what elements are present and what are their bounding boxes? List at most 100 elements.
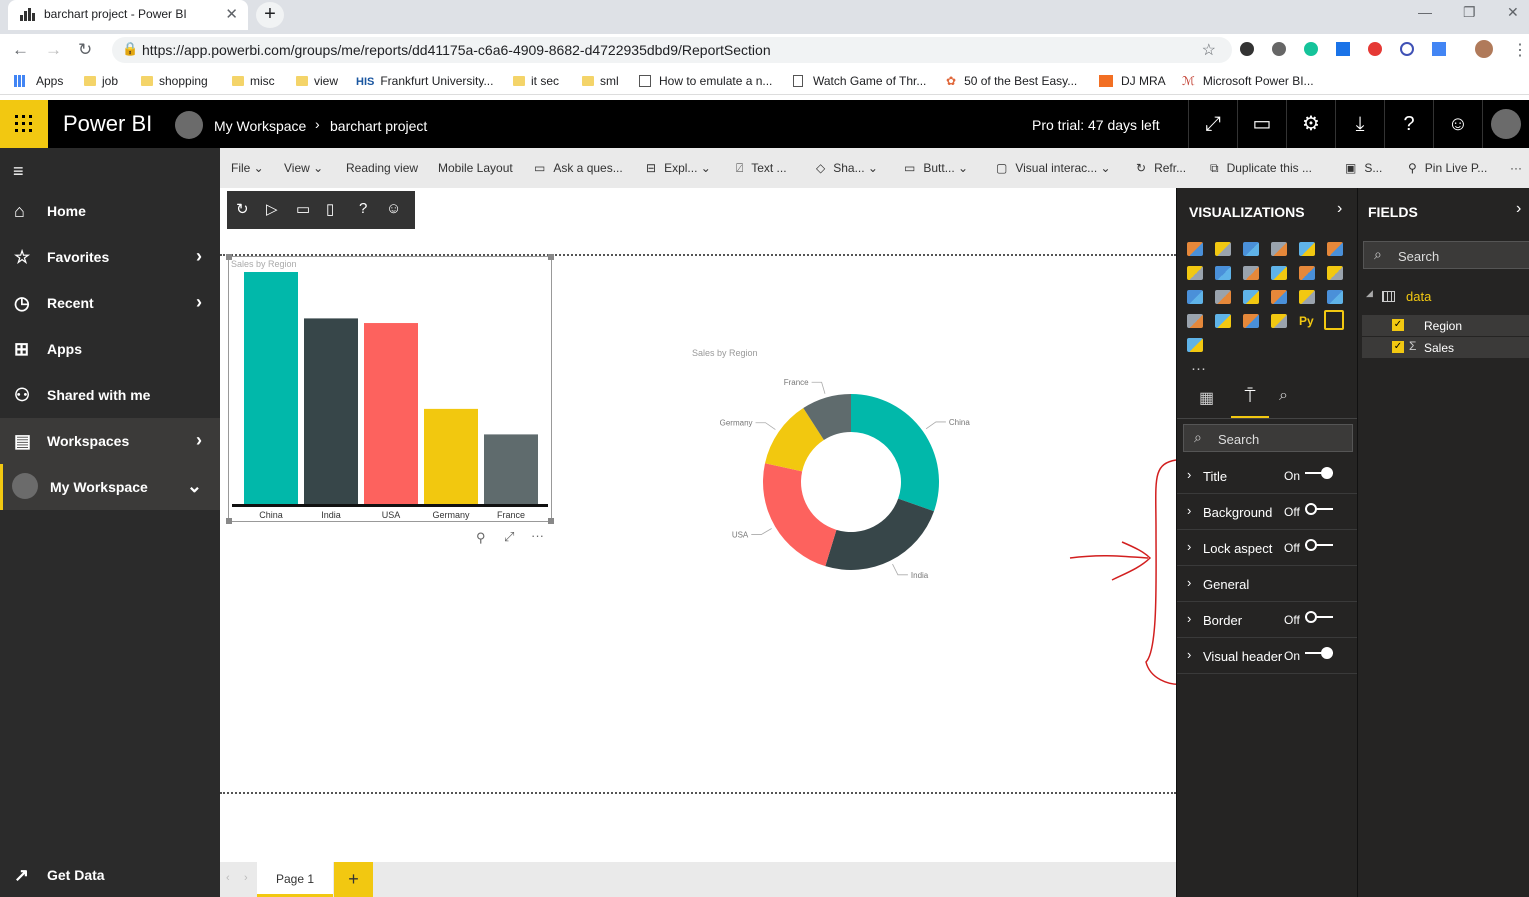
bookmark-powerbi[interactable]: ℳ Microsoft Power BI...	[1182, 74, 1314, 88]
collapse-pane-icon[interactable]: ›	[1337, 200, 1342, 218]
toolbar-shapes[interactable]: ◇ Sha... ⌄	[816, 161, 878, 175]
table-name[interactable]: data	[1406, 289, 1431, 304]
browser-menu-icon[interactable]: ⋮	[1512, 40, 1528, 60]
reset-icon[interactable]: ↻	[236, 200, 249, 218]
collapse-fields-icon[interactable]: ›	[1516, 200, 1521, 218]
breadcrumb-workspace[interactable]: My Workspace	[214, 118, 306, 134]
more-options-icon[interactable]: ···	[531, 528, 544, 543]
visual-type-icon[interactable]	[1299, 242, 1315, 256]
format-background[interactable]: › Background Off	[1177, 494, 1358, 530]
lock-aspect-toggle[interactable]	[1305, 539, 1333, 551]
app-name[interactable]: Power BI	[63, 111, 152, 137]
visual-type-icon[interactable]	[1215, 266, 1231, 280]
bar-usa[interactable]	[364, 323, 418, 504]
breadcrumb-report[interactable]: barchart project	[330, 118, 427, 134]
pin-visual-icon[interactable]: ⚲	[476, 530, 486, 546]
nav-home[interactable]: ⌂ Home	[0, 188, 220, 234]
format-paint-roller-icon[interactable]: ⍑	[1231, 386, 1269, 418]
bookmark-it-sec[interactable]: it sec	[513, 74, 559, 88]
bookmark-got[interactable]: Watch Game of Thr...	[793, 74, 926, 88]
play-icon[interactable]: ▷	[266, 200, 278, 218]
visual-type-icon[interactable]	[1215, 314, 1231, 328]
toolbar-explore[interactable]: ⊟ Expl... ⌄	[646, 161, 711, 175]
grammarly-icon[interactable]	[1304, 42, 1318, 56]
visual-type-icon[interactable]	[1299, 266, 1315, 280]
adblock-icon[interactable]	[1368, 42, 1382, 56]
format-general[interactable]: › General	[1177, 566, 1358, 602]
field-row-region[interactable]: ✓ Region	[1362, 315, 1529, 336]
bookmark-shopping[interactable]: shopping	[141, 74, 208, 88]
account-avatar-icon[interactable]	[1482, 100, 1529, 148]
visual-type-icon[interactable]	[1271, 242, 1287, 256]
toolbar-textbox[interactable]: ⍁ Text ...	[736, 161, 787, 176]
browser-tab[interactable]: barchart project - Power BI ✕	[8, 0, 248, 30]
help-question-icon[interactable]: ?	[359, 200, 367, 217]
bookmark-view[interactable]: view	[296, 74, 338, 88]
bar-china[interactable]	[244, 272, 298, 504]
bookmark-frankfurt[interactable]: HIS Frankfurt University...	[356, 74, 493, 88]
donut-slice-china[interactable]	[851, 394, 939, 512]
bar-india[interactable]	[304, 318, 358, 504]
download-icon[interactable]: ⤓	[1335, 100, 1384, 148]
visual-type-icon[interactable]	[1243, 266, 1259, 280]
format-title[interactable]: › Title On	[1177, 458, 1358, 494]
visual-type-icon[interactable]	[1299, 290, 1315, 304]
toolbar-refresh[interactable]: ↻ Refr...	[1136, 161, 1186, 175]
toolbar-buttons[interactable]: ▭ Butt... ⌄	[904, 161, 968, 175]
donut-slice-usa[interactable]	[763, 463, 837, 567]
checkbox-checked-icon[interactable]: ✓	[1392, 341, 1404, 353]
hamburger-menu-icon[interactable]: ≡	[13, 161, 24, 182]
visual-type-icon[interactable]	[1187, 314, 1203, 328]
block-icon[interactable]	[1400, 42, 1414, 56]
reload-icon[interactable]: ↻	[78, 40, 92, 60]
settings-gear-icon[interactable]: ⚙	[1286, 100, 1335, 148]
format-search-input[interactable]: ⌕ Search	[1183, 424, 1353, 452]
visual-type-icon[interactable]	[1327, 290, 1343, 304]
nav-workspaces[interactable]: ▤ Workspaces ›	[0, 418, 220, 464]
visual-type-icon[interactable]	[1215, 242, 1231, 256]
nav-recent[interactable]: ◷ Recent ›	[0, 280, 220, 326]
nav-get-data[interactable]: ↗ Get Data	[0, 852, 220, 897]
expand-table-icon[interactable]: ◢	[1366, 288, 1373, 299]
toolbar-duplicate[interactable]: ⧉ Duplicate this ...	[1210, 161, 1312, 176]
fields-search-input[interactable]: ⌕ Search	[1363, 241, 1529, 269]
visual-type-icon[interactable]	[1271, 314, 1287, 328]
comment-icon[interactable]: ▭	[296, 200, 310, 218]
scroll-left-icon[interactable]: ‹	[226, 872, 230, 884]
format-visual-header[interactable]: › Visual header On	[1177, 638, 1358, 674]
back-icon[interactable]: ←	[12, 40, 29, 60]
border-toggle[interactable]	[1305, 611, 1333, 623]
bar-france[interactable]	[484, 434, 538, 504]
format-border[interactable]: › Border Off	[1177, 602, 1358, 638]
extension-icon[interactable]	[1240, 42, 1254, 56]
visual-type-icon[interactable]	[1271, 290, 1287, 304]
minimize-icon[interactable]: —	[1418, 4, 1432, 20]
visual-type-icon[interactable]	[1243, 290, 1259, 304]
fields-tab-icon[interactable]: ▦	[1199, 388, 1214, 408]
bar-germany[interactable]	[424, 408, 478, 504]
toolbar-mobile-layout[interactable]: Mobile Layout	[438, 161, 513, 175]
visual-type-icon[interactable]	[1187, 290, 1203, 304]
url-field[interactable]: 🔒 https://app.powerbi.com/groups/me/repo…	[112, 37, 1232, 63]
resize-handle[interactable]	[548, 518, 554, 524]
background-toggle[interactable]	[1305, 503, 1333, 515]
bookmark-job[interactable]: job	[84, 74, 118, 88]
bookmark-sml[interactable]: sml	[582, 74, 619, 88]
visual-type-icon[interactable]	[1327, 266, 1343, 280]
nav-my-workspace[interactable]: My Workspace ⌄	[0, 464, 220, 510]
scroll-right-icon[interactable]: ›	[244, 872, 248, 884]
globe-visual-icon[interactable]	[1187, 338, 1203, 352]
fullscreen-icon[interactable]: ⤢	[1188, 100, 1237, 148]
restore-icon[interactable]: ❐	[1463, 4, 1476, 21]
visual-type-icon[interactable]	[1243, 242, 1259, 256]
python-visual-icon[interactable]: Py	[1299, 314, 1315, 328]
export-icon[interactable]: ▯	[326, 200, 334, 218]
bookmark-misc[interactable]: misc	[232, 74, 275, 88]
toolbar-ask-question[interactable]: ▭ Ask a ques...	[534, 161, 623, 175]
new-tab-button[interactable]: +	[256, 2, 284, 28]
visual-type-icon[interactable]	[1215, 290, 1231, 304]
visual-type-icon[interactable]	[1271, 266, 1287, 280]
toolbar-reading-view[interactable]: Reading view	[346, 161, 418, 175]
bookmark-star-icon[interactable]: ☆	[1202, 40, 1216, 60]
close-tab-icon[interactable]: ✕	[225, 5, 238, 23]
